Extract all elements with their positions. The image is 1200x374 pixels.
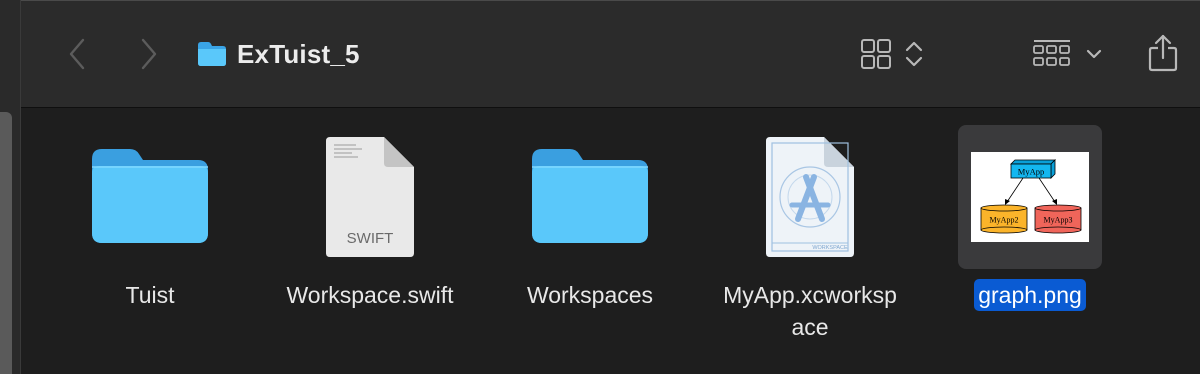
file-item-workspace-swift[interactable]: SWIFT Workspace.swift [275, 125, 465, 311]
icon-grid-icon [861, 39, 891, 69]
group-by-icon [1033, 40, 1070, 66]
sidebar-scrollbar[interactable] [0, 112, 12, 374]
chevron-left-icon [69, 38, 85, 70]
folder-icon [518, 125, 662, 269]
folder-icon [198, 42, 226, 66]
node-myapp3: MyApp3 [1044, 216, 1073, 225]
share-icon [1148, 34, 1178, 72]
back-button[interactable] [61, 35, 93, 73]
finder-window: ExTuist_5 Tuist SWIFT Workspace.swift Wo… [20, 0, 1200, 374]
chevron-right-icon [141, 38, 157, 70]
chevron-updown-icon [905, 41, 923, 67]
file-name: Tuist [125, 282, 175, 308]
node-myapp: MyApp [1018, 167, 1044, 177]
chevron-down-icon [1086, 49, 1102, 59]
folder-icon [78, 125, 222, 269]
group-by-button[interactable] [1029, 35, 1107, 73]
file-grid: Tuist SWIFT Workspace.swift Workspaces W… [21, 107, 1200, 374]
node-myapp2: MyApp2 [990, 216, 1019, 225]
file-name: Workspace.swift [286, 282, 454, 308]
file-name: MyApp.xcworkspace [723, 282, 897, 340]
xcworkspace-icon: WORKSPACE [738, 125, 882, 269]
file-item-myapp-xcworkspace[interactable]: WORKSPACE MyApp.xcworkspace [715, 125, 905, 343]
file-item-graph-png[interactable]: MyApp MyApp2 MyApp3 graph.png [935, 125, 1125, 311]
file-item-tuist[interactable]: Tuist [55, 125, 245, 311]
window-title-text: ExTuist_5 [237, 38, 360, 69]
workspace-badge: WORKSPACE [812, 245, 848, 251]
swift-file-icon: SWIFT [298, 125, 442, 269]
toolbar: ExTuist_5 [21, 0, 1200, 108]
share-button[interactable] [1143, 31, 1183, 75]
file-name: graph.png [974, 279, 1086, 311]
window-title: ExTuist_5 [197, 35, 360, 73]
image-thumbnail: MyApp MyApp2 MyApp3 [958, 125, 1102, 269]
file-name: Workspaces [526, 282, 654, 308]
swift-badge: SWIFT [347, 230, 394, 247]
forward-button[interactable] [133, 35, 165, 73]
file-item-workspaces[interactable]: Workspaces [495, 125, 685, 311]
view-mode-button[interactable] [855, 35, 929, 73]
